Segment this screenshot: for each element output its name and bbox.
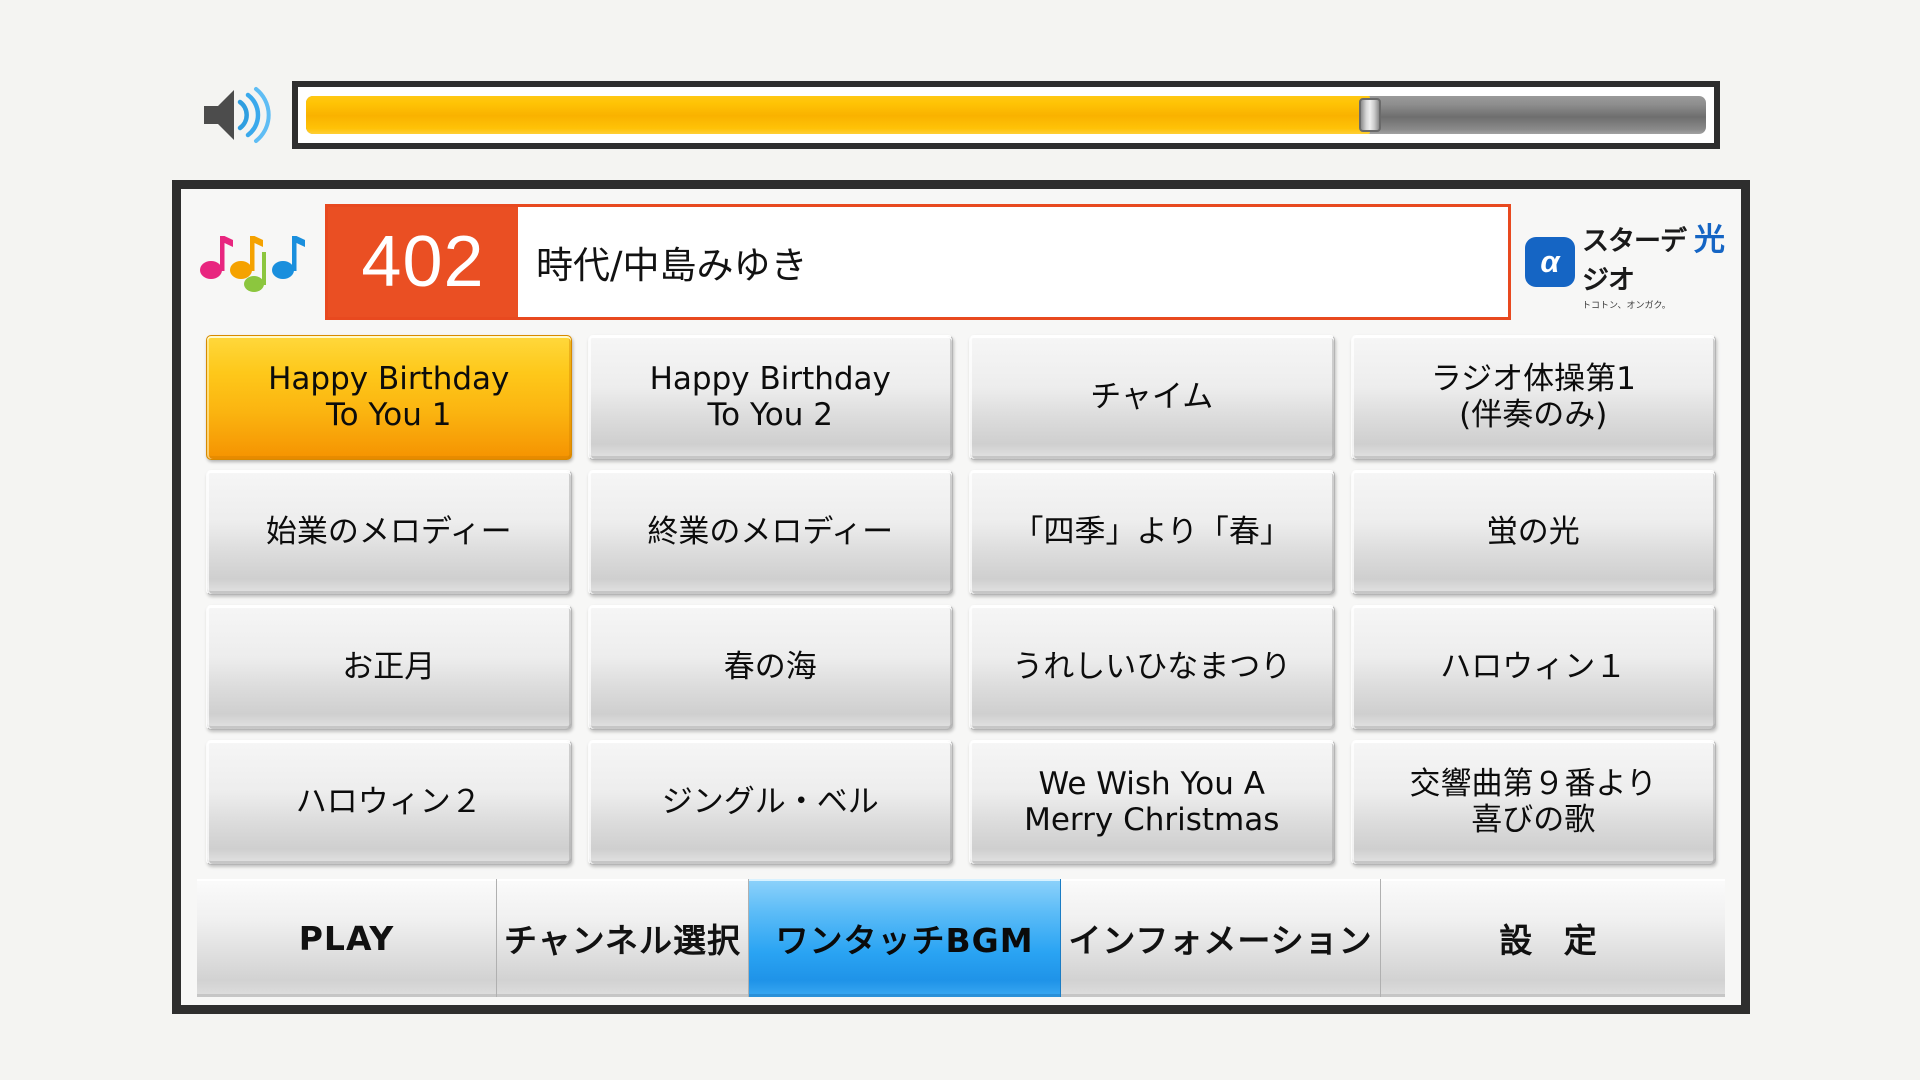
bgm-button[interactable]: ハロウィン１ — [1350, 605, 1716, 730]
music-notes-icon — [199, 222, 311, 302]
tab-settings-label: 設 定 — [1499, 921, 1607, 960]
bgm-button[interactable]: ジングル・ベル — [587, 740, 953, 865]
bgm-button-label: ハロウィン１ — [1440, 648, 1627, 686]
bgm-button-label: We Wish You A Merry Christmas — [1024, 765, 1280, 838]
brand-tagline: トコトン、オンガク。 — [1582, 300, 1671, 311]
bgm-button[interactable]: We Wish You A Merry Christmas — [969, 740, 1335, 865]
bgm-button-grid: Happy Birthday To You 1 Happy Birthday To Y… — [201, 335, 1721, 865]
bgm-button-label-line: 「四季」より「春」 — [1012, 513, 1291, 550]
bgm-button-label-line: Happy Birthday — [268, 360, 510, 397]
bgm-button-label-line: ジングル・ベル — [661, 783, 879, 820]
bgm-button-label-line: うれしいひなまつり — [1012, 648, 1292, 685]
volume-slider-thumb[interactable] — [1359, 98, 1381, 132]
bgm-button[interactable]: 「四季」より「春」 — [969, 470, 1335, 595]
bgm-button-label: ジングル・ベル — [661, 783, 879, 821]
bgm-button-label: うれしいひなまつり — [1012, 648, 1292, 686]
volume-slider[interactable] — [292, 81, 1720, 149]
bgm-button-label-line: ラジオ体操第1 — [1430, 360, 1636, 397]
tab-information[interactable]: インフォメーション — [1061, 879, 1381, 997]
bgm-button-label: 蛍の光 — [1486, 513, 1580, 551]
bgm-button[interactable]: 交響曲第９番より 喜びの歌 — [1350, 740, 1716, 865]
brand-name: スターデジオ — [1582, 225, 1687, 296]
tab-play[interactable]: PLAY — [197, 879, 497, 997]
bgm-button-label-line: To You 2 — [707, 396, 834, 433]
bgm-button[interactable]: お正月 — [206, 605, 572, 730]
track-title: 時代/中島みゆき — [518, 207, 1508, 317]
bgm-button-label: ハロウィン２ — [295, 783, 482, 821]
brand-text: スターデジオ 光 トコトン、オンガク。 — [1582, 214, 1725, 311]
tab-onetouch-bgm-label: ワンタッチBGM — [775, 921, 1034, 960]
bgm-button-label: Happy Birthday To You 2 — [649, 360, 891, 433]
bgm-button-label: 始業のメロディー — [265, 513, 512, 551]
tab-channel-select[interactable]: チャンネル選択 — [497, 879, 749, 997]
bgm-button[interactable]: ハロウィン２ — [206, 740, 572, 865]
track-number: 402 — [328, 207, 518, 317]
device-screen-panel: 402 時代/中島みゆき α スターデジオ 光 トコトン、オンガク。 Happy… — [172, 180, 1750, 1014]
bgm-button[interactable]: Happy Birthday To You 2 — [587, 335, 953, 460]
bgm-button-label: 「四季」より「春」 — [1012, 513, 1291, 551]
bgm-button-label-line: ハロウィン２ — [295, 783, 482, 820]
bgm-button-label-line: Merry Christmas — [1024, 801, 1280, 838]
bottom-tab-bar: PLAY チャンネル選択 ワンタッチBGM インフォメーション 設 定 — [197, 879, 1725, 997]
bgm-button-label-line: お正月 — [342, 648, 436, 685]
bgm-button-label-line: チャイム — [1090, 378, 1214, 415]
bgm-button-label: 交響曲第９番より 喜びの歌 — [1409, 765, 1657, 838]
bgm-button-label-line: To You 1 — [326, 396, 452, 433]
tab-channel-select-label: チャンネル選択 — [503, 921, 741, 960]
bgm-button-label: お正月 — [342, 648, 436, 686]
bgm-button-label-line: 喜びの歌 — [1471, 801, 1596, 838]
bgm-button-label: ラジオ体操第1 (伴奏のみ) — [1430, 360, 1636, 433]
volume-fill — [306, 96, 1370, 134]
bgm-button-label: 春の海 — [723, 648, 817, 686]
brand-logo: α スターデジオ 光 トコトン、オンガク。 — [1525, 222, 1725, 311]
volume-track[interactable] — [306, 96, 1706, 134]
bgm-button[interactable]: 終業のメロディー — [587, 470, 953, 595]
brand-name-line: スターデジオ 光 — [1582, 214, 1725, 297]
bgm-button-label-line: 春の海 — [723, 648, 817, 685]
bgm-button-label: Happy Birthday To You 1 — [268, 360, 510, 433]
tab-onetouch-bgm[interactable]: ワンタッチBGM — [749, 879, 1061, 997]
now-playing-header: 402 時代/中島みゆき α スターデジオ 光 トコトン、オンガク。 — [191, 201, 1731, 323]
bgm-button[interactable]: Happy Birthday To You 1 — [206, 335, 572, 460]
bgm-button-label-line: (伴奏のみ) — [1459, 396, 1608, 433]
bgm-button-label: チャイム — [1090, 378, 1214, 416]
bgm-button-label-line: Happy Birthday — [649, 360, 891, 397]
speaker-wave-icon — [200, 84, 272, 146]
bgm-button[interactable]: ラジオ体操第1 (伴奏のみ) — [1350, 335, 1716, 460]
bgm-button[interactable]: 始業のメロディー — [206, 470, 572, 595]
brand-alpha-badge-icon: α — [1525, 237, 1575, 287]
bgm-button-label-line: We Wish You A — [1038, 765, 1265, 802]
tab-information-label: インフォメーション — [1068, 921, 1373, 960]
bgm-button-label-line: 交響曲第９番より — [1409, 765, 1657, 802]
bgm-button[interactable]: うれしいひなまつり — [969, 605, 1335, 730]
bgm-button-label-line: 終業のメロディー — [647, 513, 894, 550]
volume-control-row — [200, 75, 1720, 155]
bgm-button[interactable]: チャイム — [969, 335, 1335, 460]
now-playing-track-box: 402 時代/中島みゆき — [325, 204, 1511, 320]
bgm-button[interactable]: 蛍の光 — [1350, 470, 1716, 595]
tab-settings[interactable]: 設 定 — [1381, 879, 1725, 997]
bgm-button[interactable]: 春の海 — [587, 605, 953, 730]
bgm-button-label-line: 始業のメロディー — [265, 513, 512, 550]
brand-hikari: 光 — [1694, 221, 1725, 258]
tab-play-label: PLAY — [298, 918, 395, 958]
bgm-button-label: 終業のメロディー — [647, 513, 894, 551]
bgm-button-label-line: ハロウィン１ — [1440, 648, 1627, 685]
bgm-button-label-line: 蛍の光 — [1486, 513, 1580, 550]
